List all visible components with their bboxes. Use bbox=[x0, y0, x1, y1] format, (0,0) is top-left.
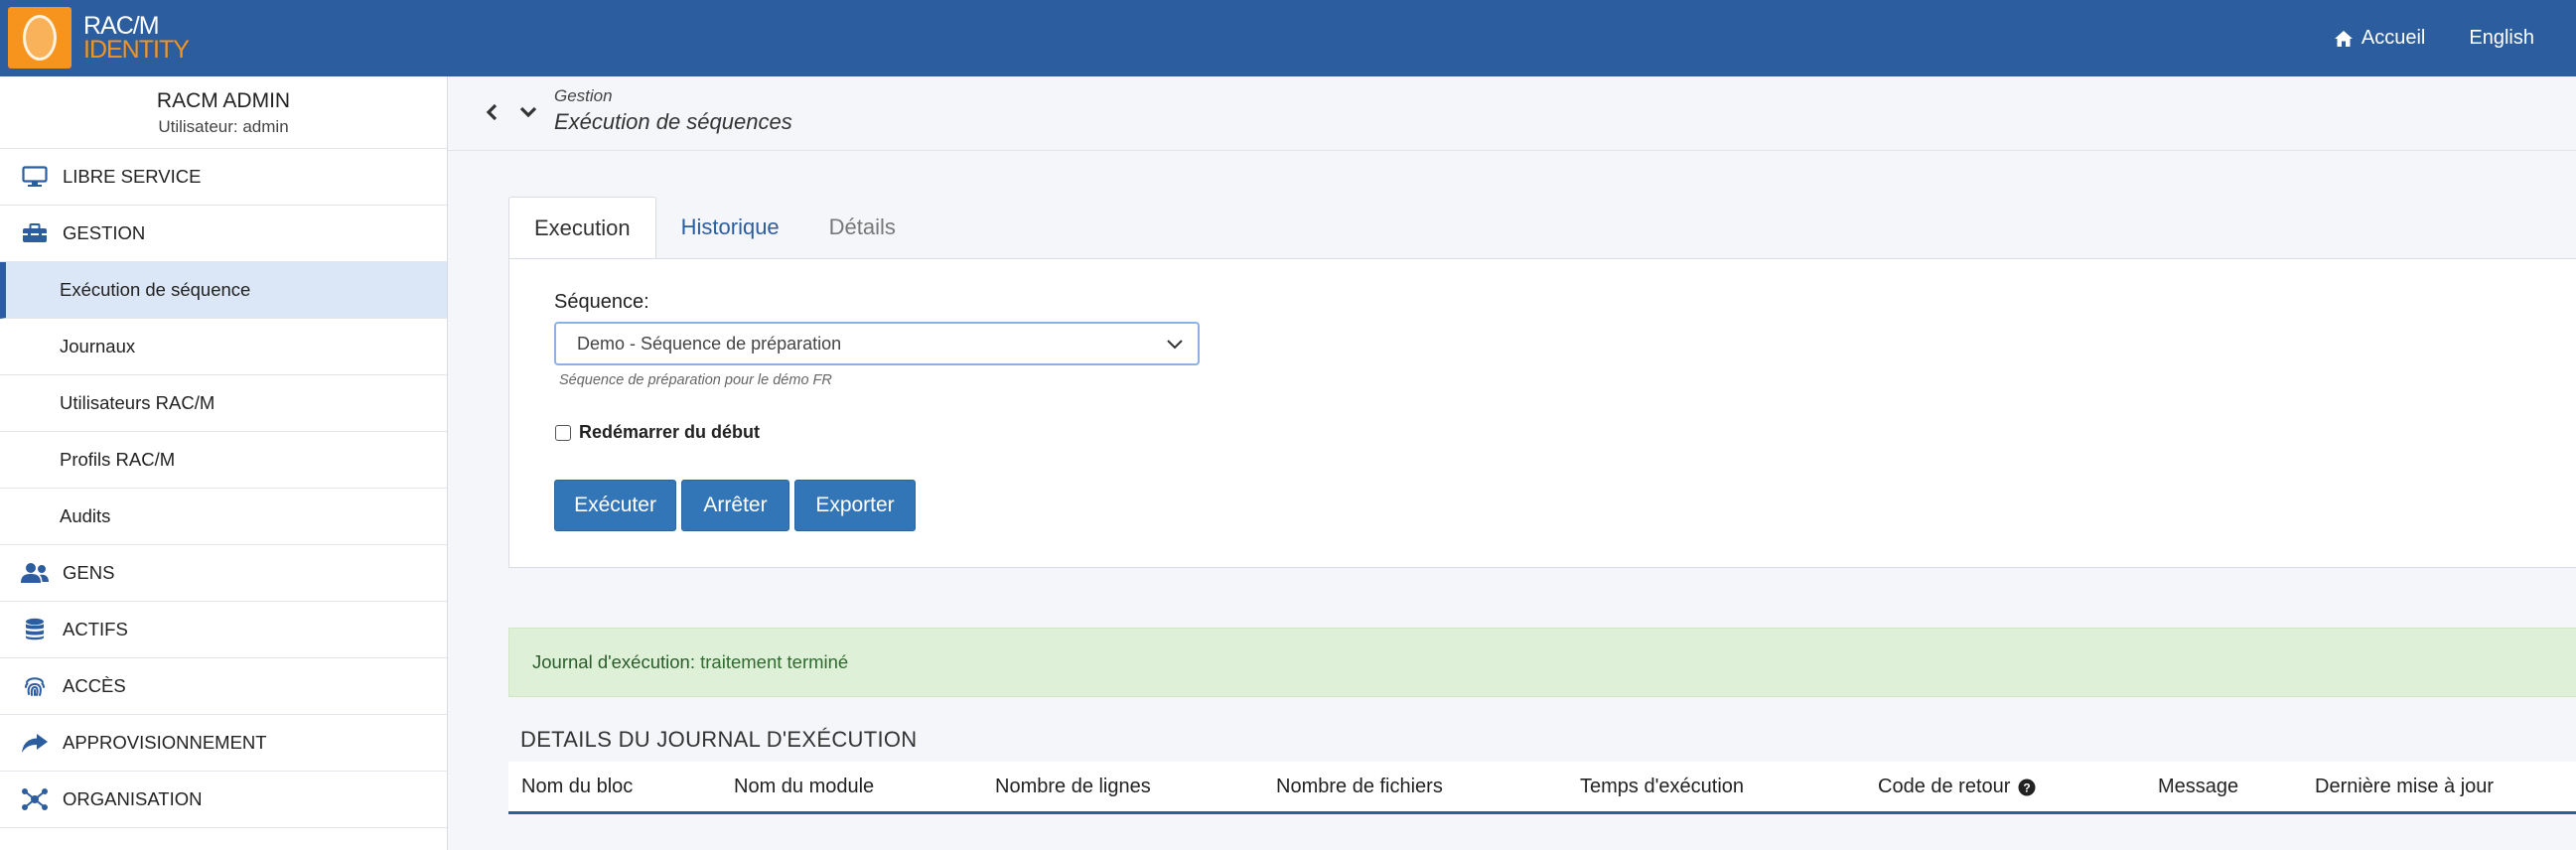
tab-details[interactable]: Détails bbox=[804, 197, 921, 258]
users-icon bbox=[20, 560, 50, 586]
tab-historique[interactable]: Historique bbox=[656, 197, 804, 258]
sidebar-item-label: GENS bbox=[63, 562, 115, 583]
restart-label: Redémarrer du début bbox=[579, 422, 761, 442]
table-body-area bbox=[508, 814, 2576, 850]
fingerprint-icon bbox=[20, 673, 50, 699]
chevron-down-icon bbox=[519, 106, 537, 118]
sidebar-item-gestion[interactable]: GESTION bbox=[0, 206, 447, 262]
chevron-down-icon bbox=[1167, 340, 1183, 350]
toolbox-icon bbox=[20, 220, 50, 246]
action-buttons: Exécuter Arrêter Exporter bbox=[554, 480, 916, 531]
sidebar-subitem-label: Profils RAC/M bbox=[60, 449, 176, 470]
database-icon bbox=[20, 617, 50, 642]
column-header[interactable]: Nombre de fichiers bbox=[1276, 776, 1443, 798]
sequence-help-text: Séquence de préparation pour le démo FR bbox=[559, 372, 832, 388]
page-header: Gestion Exécution de séquences bbox=[448, 76, 2576, 151]
stop-button[interactable]: Arrêter bbox=[681, 480, 789, 531]
share-icon bbox=[20, 730, 50, 756]
tab-execution[interactable]: Execution bbox=[508, 197, 656, 259]
monitor-icon bbox=[20, 164, 50, 190]
sidebar-subitem-racm-profiles[interactable]: Profils RAC/M bbox=[0, 432, 447, 489]
column-header[interactable]: Dernière mise à jour bbox=[2315, 776, 2494, 798]
sequence-select[interactable]: Demo - Séquence de préparation bbox=[554, 322, 1200, 365]
sidebar-item-organisation[interactable]: ORGANISATION bbox=[0, 772, 447, 828]
alert-key: Journal d'exécution: bbox=[532, 651, 695, 672]
column-header[interactable]: Nom du bloc bbox=[521, 776, 633, 798]
user-block: RACM ADMIN Utilisateur: admin bbox=[0, 76, 447, 149]
tab-bar: Execution Historique Détails bbox=[508, 197, 921, 259]
user-name: RACM ADMIN bbox=[156, 89, 291, 112]
logo-text[interactable]: RAC/M IDENTITY bbox=[83, 14, 190, 63]
home-icon bbox=[2334, 30, 2353, 47]
language-link[interactable]: English bbox=[2469, 27, 2534, 50]
execute-button[interactable]: Exécuter bbox=[554, 480, 676, 531]
sidebar-subitem-label: Journaux bbox=[60, 336, 136, 356]
sidebar-item-label: ACTIFS bbox=[63, 619, 128, 639]
sidebar-subitem-label: Exécution de séquence bbox=[60, 279, 251, 300]
sidebar-item-libre-service[interactable]: LIBRE SERVICE bbox=[0, 149, 447, 206]
sidebar-item-label: LIBRE SERVICE bbox=[63, 166, 202, 187]
sidebar-item-acces[interactable]: ACCÈS bbox=[0, 658, 447, 715]
sidebar-subitem-racm-users[interactable]: Utilisateurs RAC/M bbox=[0, 375, 447, 432]
sidebar-item-approvisionnement[interactable]: APPROVISIONNEMENT bbox=[0, 715, 447, 772]
network-icon bbox=[20, 786, 50, 812]
column-header[interactable]: Code de retour ? bbox=[1878, 776, 2036, 798]
top-bar: RAC/M IDENTITY Accueil English bbox=[0, 0, 2576, 76]
sidebar-subitem-label: Audits bbox=[60, 505, 111, 526]
restart-option: Redémarrer du début bbox=[555, 422, 760, 443]
column-header[interactable]: Temps d'exécution bbox=[1580, 776, 1744, 798]
sidebar-item-label: APPROVISIONNEMENT bbox=[63, 732, 267, 753]
sidebar-subitem-sequence-execution[interactable]: Exécution de séquence bbox=[0, 262, 447, 319]
details-title: DETAILS DU JOURNAL D'EXÉCUTION bbox=[520, 727, 918, 752]
help-icon[interactable]: ? bbox=[2018, 779, 2036, 796]
column-header[interactable]: Nombre de lignes bbox=[995, 776, 1151, 798]
back-button[interactable] bbox=[478, 98, 505, 126]
user-subtitle: Utilisateur: admin bbox=[158, 117, 289, 136]
expand-button[interactable] bbox=[514, 98, 542, 126]
sidebar-item-label: ACCÈS bbox=[63, 675, 126, 696]
svg-text:?: ? bbox=[2024, 780, 2031, 794]
sidebar-subitem-logs[interactable]: Journaux bbox=[0, 319, 447, 375]
restart-checkbox[interactable] bbox=[555, 424, 571, 441]
page-title: Exécution de séquences bbox=[554, 109, 792, 134]
chevron-left-icon bbox=[486, 103, 498, 121]
alert-value: traitement terminé bbox=[700, 651, 849, 672]
sidebar-subitem-label: Utilisateurs RAC/M bbox=[60, 392, 215, 413]
column-header[interactable]: Nom du module bbox=[734, 776, 874, 798]
top-nav: Accueil English bbox=[2334, 0, 2576, 76]
sequence-label: Séquence: bbox=[554, 291, 649, 313]
logo-icon[interactable] bbox=[8, 7, 72, 69]
export-button[interactable]: Exporter bbox=[794, 480, 916, 531]
home-link-label: Accueil bbox=[2361, 27, 2426, 49]
execution-panel: Séquence: Demo - Séquence de préparation… bbox=[508, 258, 2576, 568]
details-table-header: Nom du bloc Nom du module Nombre de lign… bbox=[508, 762, 2576, 814]
sidebar-subitem-audits[interactable]: Audits bbox=[0, 489, 447, 545]
sidebar-item-actifs[interactable]: ACTIFS bbox=[0, 602, 447, 658]
breadcrumb: Gestion bbox=[554, 86, 613, 105]
sidebar: RACM ADMIN Utilisateur: admin LIBRE SERV… bbox=[0, 76, 448, 850]
sidebar-item-gens[interactable]: GENS bbox=[0, 545, 447, 602]
sidebar-item-label: GESTION bbox=[63, 222, 146, 243]
language-label: English bbox=[2469, 27, 2534, 49]
status-alert: Journal d'exécution: traitement terminé bbox=[508, 628, 2576, 697]
sidebar-item-label: ORGANISATION bbox=[63, 788, 203, 809]
column-header[interactable]: Message bbox=[2158, 776, 2238, 798]
home-link[interactable]: Accueil bbox=[2334, 27, 2425, 50]
sequence-select-value: Demo - Séquence de préparation bbox=[577, 333, 842, 354]
